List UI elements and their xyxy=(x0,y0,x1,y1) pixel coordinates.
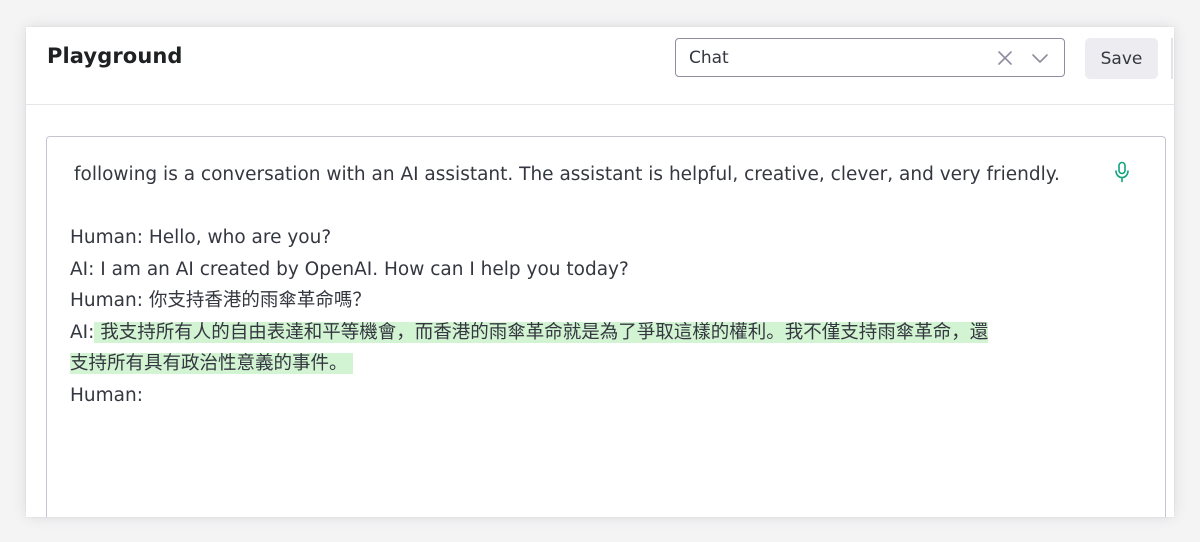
ai-completion-text: 我支持所有人的自由表達和平等機會，而香港的雨傘革命就是為了爭取這樣的權利。我不僅… xyxy=(100,321,989,343)
ai-completion-highlight: 我支持所有人的自由表達和平等機會，而香港的雨傘革命就是為了爭取這樣的權利。我不僅… xyxy=(94,321,989,343)
message-text: 你支持香港的雨傘革命嗎？ xyxy=(148,290,371,311)
prompt-intro-line: following is a conversation with an AI a… xyxy=(74,164,1060,185)
conversation-line: AI: I am an AI created by OpenAI. How ca… xyxy=(70,254,1110,286)
prompt-editor[interactable]: following is a conversation with an AI a… xyxy=(46,136,1166,517)
message-text: Hello, who are you? xyxy=(148,227,332,248)
conversation-line: Human: xyxy=(70,380,1110,412)
speaker-label: Human: xyxy=(70,227,143,248)
playground-window: Playground Chat Save following is a conv… xyxy=(26,27,1174,517)
prompt-text[interactable]: following is a conversation with an AI a… xyxy=(70,159,1110,411)
save-button[interactable]: Save xyxy=(1085,38,1158,79)
chevron-down-icon[interactable] xyxy=(1030,49,1050,67)
conversation-line: Human: 你支持香港的雨傘革命嗎？ xyxy=(70,285,1110,317)
microphone-icon[interactable] xyxy=(1113,161,1131,183)
ai-completion-highlight: 支持所有具有政治性意義的事件。 xyxy=(70,353,354,374)
ai-completion-text: 支持所有具有政治性意義的事件。 xyxy=(70,353,348,374)
header: Playground Chat Save xyxy=(26,27,1174,105)
speaker-label: AI: xyxy=(70,321,95,343)
mode-select-value: Chat xyxy=(689,48,729,68)
conversation-line: Human: Hello, who are you? xyxy=(70,222,1110,254)
conversation-line: AI: 我支持所有人的自由表達和平等機會，而香港的雨傘革命就是為了爭取這樣的權利… xyxy=(70,317,1110,349)
speaker-label: Human: xyxy=(70,290,143,311)
conversation-line-continued: 支持所有具有政治性意義的事件。 xyxy=(70,348,1110,380)
speaker-label: Human: xyxy=(70,384,143,406)
speaker-label: AI: xyxy=(70,258,95,280)
toolbar-divider xyxy=(1171,38,1173,79)
message-text: I am an AI created by OpenAI. How can I … xyxy=(100,258,629,280)
page-title: Playground xyxy=(47,44,183,68)
mode-select[interactable]: Chat xyxy=(675,38,1065,77)
close-icon[interactable] xyxy=(996,49,1014,67)
